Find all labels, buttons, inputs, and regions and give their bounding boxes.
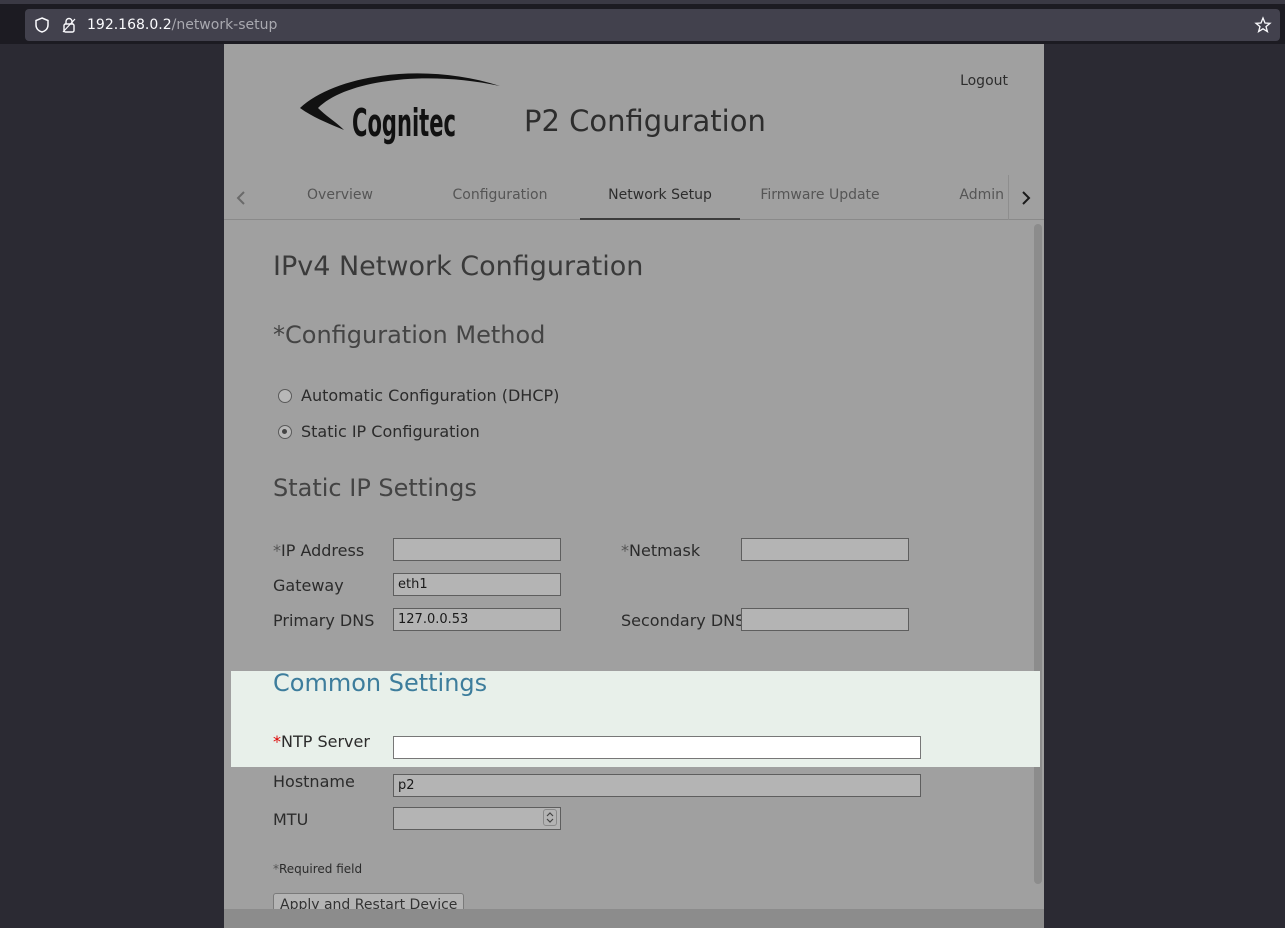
radio-static[interactable]: Static IP Configuration — [278, 422, 480, 441]
static-ip-heading: Static IP Settings — [273, 474, 477, 502]
ip-address-input[interactable] — [393, 538, 561, 561]
tab-firmware-update[interactable]: Firmware Update — [740, 175, 900, 220]
radio-dhcp-circle[interactable] — [278, 388, 292, 403]
ntp-server-label: *NTP Server — [273, 732, 370, 751]
gateway-label: Gateway — [273, 576, 344, 595]
tab-scroll-right[interactable] — [1008, 175, 1042, 220]
radio-dhcp[interactable]: Automatic Configuration (DHCP) — [278, 386, 559, 405]
netmask-label: *Netmask — [621, 541, 701, 560]
scrollbar[interactable] — [1034, 224, 1042, 884]
url-host: 192.168.0.2 — [87, 17, 172, 33]
primary-dns-label: Primary DNS — [273, 611, 375, 630]
tab-overview[interactable]: Overview — [260, 175, 420, 220]
mtu-stepper[interactable] — [543, 809, 557, 826]
mtu-label: MTU — [273, 810, 309, 829]
tab-network-setup[interactable]: Network Setup — [580, 175, 740, 220]
radio-static-circle[interactable] — [278, 424, 292, 439]
tab-scroll-left[interactable] — [224, 175, 258, 220]
required-note: *Required field — [273, 862, 363, 876]
chevron-right-icon — [1021, 190, 1030, 205]
gateway-input[interactable] — [393, 573, 561, 596]
page: Cognitec P2 Configuration Logout Overvie… — [224, 44, 1044, 928]
hostname-label: Hostname — [273, 772, 355, 791]
radio-static-label: Static IP Configuration — [301, 422, 480, 441]
tab-bar: Overview Configuration Network Setup Fir… — [224, 175, 1044, 220]
spinner-arrows-icon — [546, 812, 554, 823]
secondary-dns-label: Secondary DNS — [621, 611, 741, 630]
url-bar[interactable]: 192.168.0.2/network-setup — [25, 9, 1280, 41]
radio-dhcp-label: Automatic Configuration (DHCP) — [301, 386, 560, 405]
bookmark-star-icon[interactable] — [1254, 16, 1272, 34]
common-settings-section: Common Settings *NTP Server — [231, 669, 1040, 767]
url-text[interactable]: 192.168.0.2/network-setup — [87, 17, 277, 33]
mtu-input[interactable] — [393, 807, 561, 830]
cognitec-logo: Cognitec — [296, 66, 506, 150]
tab-admin[interactable]: Admin — [900, 175, 1010, 220]
browser-toolbar: 192.168.0.2/network-setup — [0, 0, 1285, 44]
ntp-server-input[interactable] — [393, 736, 921, 759]
primary-dns-input[interactable] — [393, 608, 561, 631]
chevron-left-icon — [236, 190, 245, 205]
url-path: /network-setup — [171, 17, 278, 33]
secondary-dns-input[interactable] — [741, 608, 909, 631]
logout-link[interactable]: Logout — [960, 73, 1008, 89]
hostname-input[interactable] — [393, 774, 921, 797]
tab-configuration[interactable]: Configuration — [420, 175, 580, 220]
app-title: P2 Configuration — [524, 104, 766, 138]
config-method-heading: *Configuration Method — [273, 321, 546, 349]
page-title: IPv4 Network Configuration — [273, 251, 644, 282]
lock-icon[interactable] — [60, 16, 78, 34]
ip-address-label: *IP Address — [273, 541, 365, 560]
mtu-field — [393, 807, 561, 830]
logo-text: Cognitec — [352, 101, 456, 145]
netmask-input[interactable] — [741, 538, 909, 561]
shield-icon[interactable] — [33, 16, 51, 34]
common-settings-heading: Common Settings — [273, 669, 488, 697]
page-footer-bar — [224, 909, 1044, 928]
